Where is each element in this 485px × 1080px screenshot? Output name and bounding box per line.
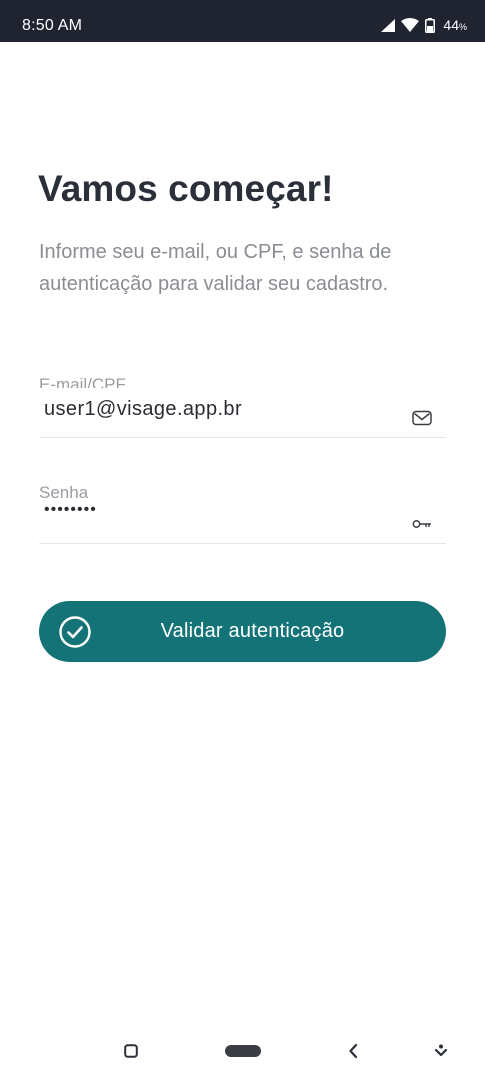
battery-percent: 44% xyxy=(443,17,467,33)
password-field-value[interactable]: •••••••• xyxy=(44,501,97,519)
page-subtitle: Informe seu e-mail, ou CPF, e senha de a… xyxy=(39,241,392,295)
password-field-label: Senha xyxy=(39,483,89,498)
home-pill-icon[interactable] xyxy=(220,1030,266,1072)
page-title: Vamos começar! xyxy=(38,168,334,209)
validate-auth-button[interactable]: Validar autenticação xyxy=(39,601,446,662)
hide-nav-icon[interactable] xyxy=(428,1030,454,1072)
status-time: 8:50 AM xyxy=(22,17,83,34)
email-field-underline xyxy=(39,437,446,438)
signal-icon xyxy=(381,18,396,32)
password-field-underline xyxy=(39,543,446,544)
navigation-bar xyxy=(0,1030,485,1072)
wifi-icon xyxy=(401,18,420,32)
validate-auth-button-label: Validar autenticação xyxy=(160,620,345,642)
email-field-label: E-mail/CPF xyxy=(39,375,126,388)
recents-icon[interactable] xyxy=(116,1030,146,1072)
email-field[interactable]: E-mail/CPF user1@visage.app.br xyxy=(39,374,446,438)
status-icons: 44% xyxy=(381,16,467,34)
status-bar: 8:50 AM 44% xyxy=(0,0,485,42)
password-field[interactable]: Senha •••••••• xyxy=(39,482,446,544)
mail-icon xyxy=(412,410,432,431)
key-icon xyxy=(412,516,432,534)
back-icon[interactable] xyxy=(340,1030,366,1072)
battery-icon xyxy=(425,17,436,33)
email-field-value[interactable]: user1@visage.app.br xyxy=(44,398,242,421)
